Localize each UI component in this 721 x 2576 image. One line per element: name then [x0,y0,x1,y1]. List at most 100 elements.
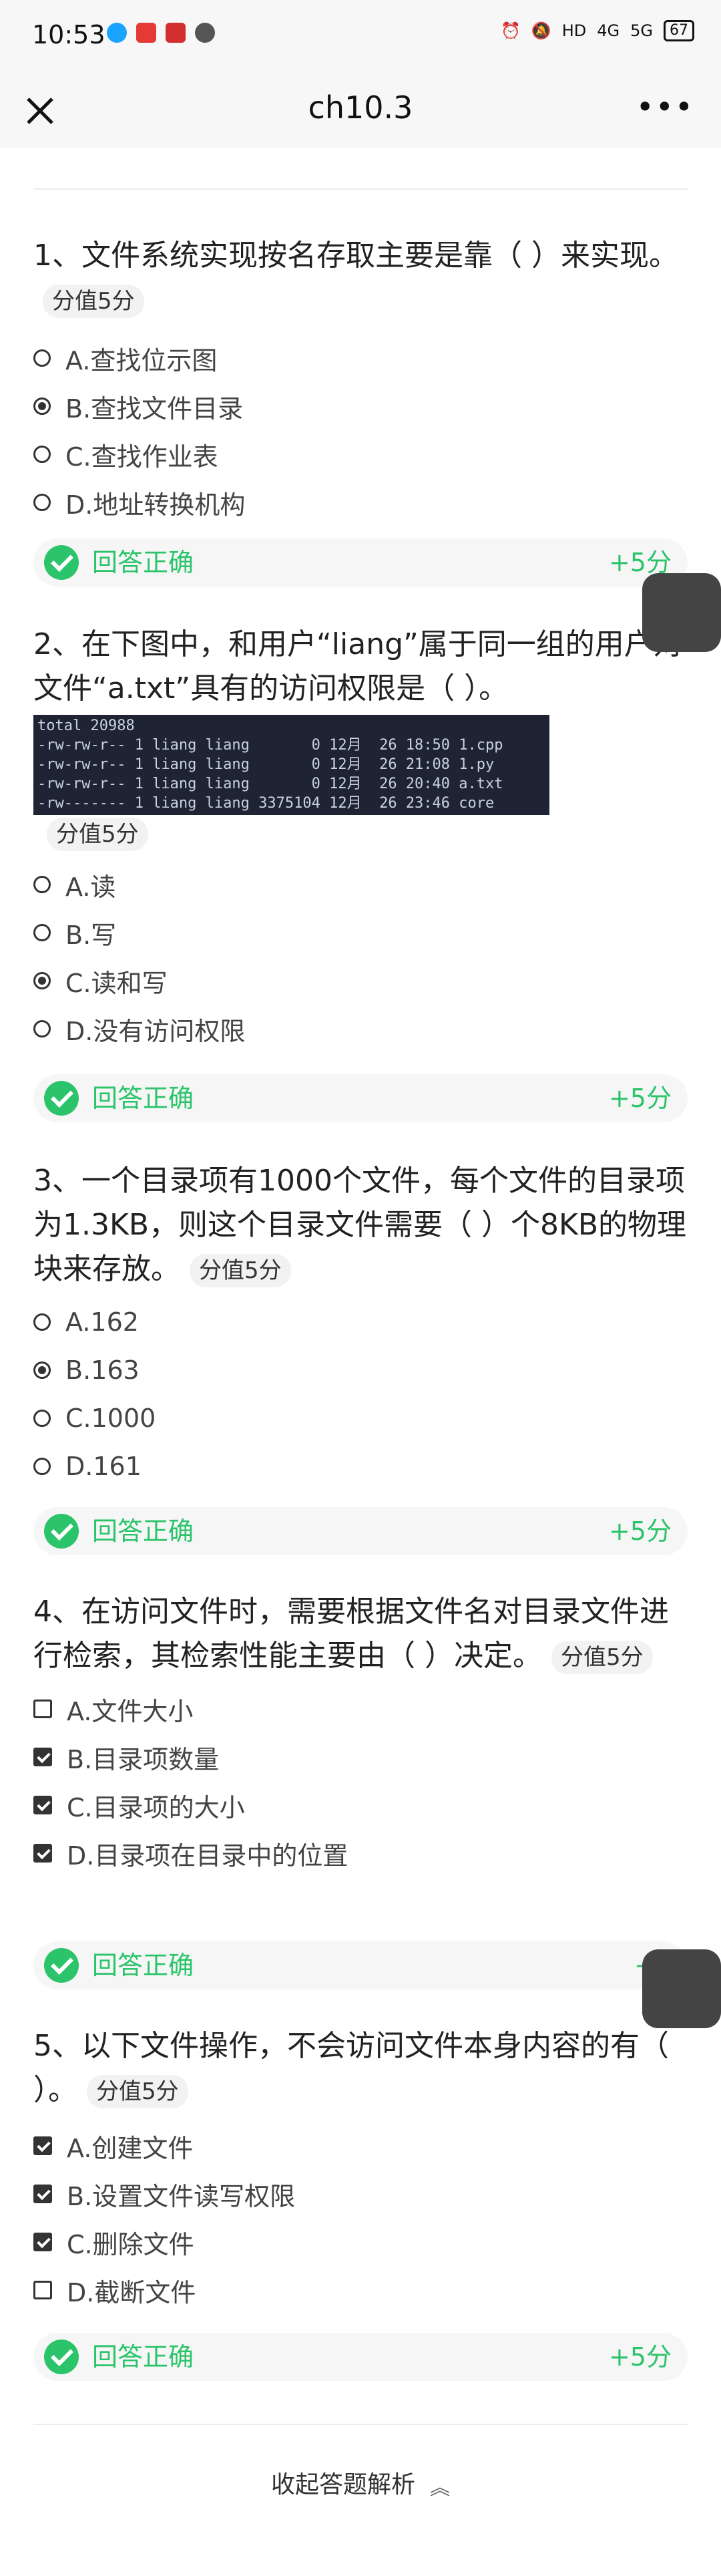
result-banner: 回答正确 +5 [33,1941,688,1989]
option-b[interactable]: B.163 [33,1346,688,1394]
option-c[interactable]: C.读和写 [33,957,688,1005]
radio-icon [33,446,51,463]
result-score: +5分 [608,1084,672,1113]
collapse-analysis-button[interactable]: 收起答题解析 ︽ [0,2465,721,2501]
question-text: 1、文件系统实现按名存取主要是靠（ ）来实现。 [33,238,678,273]
option-label: A.创建文件 [67,2133,194,2163]
option-b[interactable]: B.写 [33,909,688,957]
option-label: D.没有访问权限 [65,1016,246,1046]
hd-label: HD [561,21,587,40]
score-tag: 分值5分 [551,1641,653,1674]
5g-label: 5G [630,21,653,40]
option-a[interactable]: A.162 [33,1298,688,1346]
option-a[interactable]: A.创建文件 [33,2122,688,2170]
app-red-icon [136,23,156,43]
option-label: D.截断文件 [67,2277,196,2307]
question-text: 3、一个目录项有1000个文件，每个文件的目录项为1.3KB，则这个目录文件需要… [33,1164,687,1286]
option-b[interactable]: B.目录项数量 [33,1733,688,1781]
option-d[interactable]: D.截断文件 [33,2266,688,2314]
option-label: A.文件大小 [67,1696,194,1726]
result-text: 回答正确 [92,1516,194,1546]
double-chevron-up-icon: ︽ [430,2476,450,2500]
radio-selected-icon [33,1361,51,1379]
option-b[interactable]: B.查找文件目录 [33,382,688,430]
checkbox-checked-icon [33,1748,52,1766]
checkbox-checked-icon [33,1844,52,1863]
divider [33,2424,688,2425]
result-banner: 回答正确 +5分 [33,1074,688,1122]
option-b[interactable]: B.设置文件读写权限 [33,2170,688,2218]
page-title: ch10.3 [308,90,413,126]
option-label: A.读 [65,872,116,902]
check-circle-icon [44,2340,79,2374]
result-banner: 回答正确 +5分 [33,538,688,587]
question-3: 3、一个目录项有1000个文件，每个文件的目录项为1.3KB，则这个目录文件需要… [33,1159,688,1490]
option-label: C.查找作业表 [65,442,218,472]
option-label: B.目录项数量 [67,1744,220,1774]
question-4: 4、在访问文件时，需要根据文件名对目录文件进行检索，其检索性能主要由（ ）决定。… [33,1590,688,1877]
result-banner: 回答正确 +5分 [33,2333,688,2381]
option-c[interactable]: C.1000 [33,1394,688,1442]
status-time: 10:53 [32,20,105,49]
question-title: 2、在下图中，和用户“liang”属于同一组的用户对文件“a.txt”具有的访问… [33,623,688,711]
result-text: 回答正确 [92,548,194,577]
option-a[interactable]: A.查找位示图 [33,334,688,382]
check-circle-icon [44,545,79,580]
option-d[interactable]: D.161 [33,1442,688,1490]
radio-icon [33,1313,51,1331]
option-label: D.地址转换机构 [65,490,246,520]
alarm-icon: ⏰ [500,21,521,40]
option-d[interactable]: D.地址转换机构 [33,478,688,526]
option-c[interactable]: C.删除文件 [33,2218,688,2266]
option-label: A.162 [65,1307,139,1337]
result-score: +5分 [608,1516,672,1546]
floating-button[interactable] [642,1949,721,2028]
check-circle-icon [44,1948,79,1983]
chat-icon [195,23,215,43]
option-label: D.目录项在目录中的位置 [67,1840,348,1871]
question-title: 5、以下文件操作，不会访问文件本身内容的有（ ）。 分值5分 [33,2024,688,2112]
app-red2-icon [166,23,186,43]
collapse-label: 收起答题解析 [270,2471,415,2499]
score-tag: 分值5分 [47,818,148,851]
radio-icon [33,494,51,511]
option-d[interactable]: D.目录项在目录中的位置 [33,1829,688,1877]
question-title: 3、一个目录项有1000个文件，每个文件的目录项为1.3KB，则这个目录文件需要… [33,1159,688,1291]
option-label: C.1000 [65,1404,156,1433]
checkbox-checked-icon [33,2233,52,2251]
question-title: 1、文件系统实现按名存取主要是靠（ ）来实现。分值5分 [33,234,688,322]
floating-button[interactable] [642,573,721,652]
option-label: B.设置文件读写权限 [67,2181,296,2211]
score-tag: 分值5分 [43,285,144,318]
checkbox-icon [33,2281,52,2299]
checkbox-checked-icon [33,2185,52,2203]
question-5: 5、以下文件操作，不会访问文件本身内容的有（ ）。 分值5分 A.创建文件 B.设… [33,2024,688,2314]
battery-icon: 67 [664,20,694,41]
option-label: D.161 [65,1452,142,1481]
terminal-image: total 20988 -rw-rw-r-- 1 liang liang 0 1… [33,715,549,815]
status-right: ⏰ 🔕 HD 4G 5G 67 [501,20,694,41]
option-a[interactable]: A.文件大小 [33,1685,688,1733]
option-d[interactable]: D.没有访问权限 [33,1005,688,1053]
result-score: +5分 [608,2342,672,2372]
option-label: C.目录项的大小 [67,1792,245,1822]
radio-icon [33,924,51,941]
radio-icon [33,1458,51,1475]
result-banner: 回答正确 +5分 [33,1507,688,1555]
question-2: 2、在下图中，和用户“liang”属于同一组的用户对文件“a.txt”具有的访问… [33,623,688,1053]
option-a[interactable]: A.读 [33,860,688,909]
status-bar: 10:53 ⏰ 🔕 HD 4G 5G 67 [0,0,721,73]
score-tag: 分值5分 [87,2075,188,2108]
radio-icon [33,876,51,893]
checkbox-checked-icon [33,1796,52,1814]
question-text: 2、在下图中，和用户“liang”属于同一组的用户对文件“a.txt”具有的访问… [33,627,683,705]
checkbox-checked-icon [33,2136,52,2155]
option-c[interactable]: C.查找作业表 [33,430,688,478]
option-c[interactable]: C.目录项的大小 [33,1781,688,1829]
option-label: B.写 [65,920,117,950]
divider [33,188,688,190]
more-icon[interactable]: ••• [636,92,694,122]
notification-icons [107,23,215,43]
check-circle-icon [44,1081,79,1116]
result-text: 回答正确 [92,1951,194,1980]
